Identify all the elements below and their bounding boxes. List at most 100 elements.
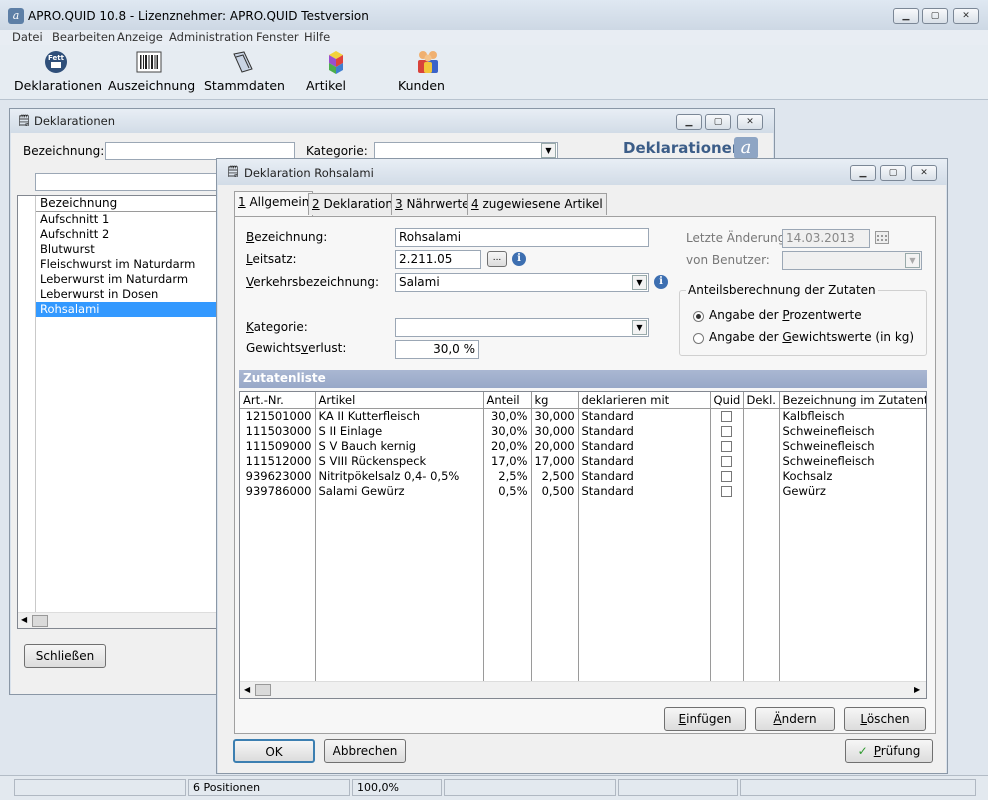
dialog-close-button[interactable]: ✕ (911, 165, 937, 181)
table-row[interactable]: 111509000 S V Bauch kernig 20,0% 20,000 Stan… (240, 438, 926, 453)
quid-checkbox[interactable] (721, 455, 732, 467)
dialog-minimize-button[interactable]: ▁ (850, 165, 876, 181)
menu-hilfe[interactable]: Hilfe (304, 30, 330, 44)
loeschen-button[interactable]: Löschen (844, 707, 926, 731)
einfuegen-button[interactable]: Einfügen (664, 707, 746, 731)
tab-naehrwerte[interactable]: 3 Nährwerte (391, 193, 474, 215)
verkehrsbezeichnung-select[interactable]: Salami ▼ (395, 273, 649, 292)
cell-kg[interactable]: 17,000 (531, 453, 579, 468)
table-row[interactable]: 939786000 Salami Gewürz 0,5% 0,500 Standard G… (240, 483, 926, 498)
scroll-left-icon[interactable]: ◀ (21, 615, 27, 624)
cell-art-nr[interactable]: 939623000 (240, 468, 316, 483)
schliessen-button[interactable]: Schließen (24, 644, 106, 668)
scroll-thumb[interactable] (255, 684, 271, 696)
col-artikel[interactable]: Artikel (315, 392, 484, 409)
cell-bezeichnung[interactable]: Kochsalz (779, 468, 926, 483)
list-maximize-button[interactable]: ▢ (705, 114, 731, 130)
cell-art-nr[interactable]: 111503000 (240, 423, 316, 438)
col-quid[interactable]: Quid (710, 392, 744, 409)
table-row[interactable]: 121501000 KA II Kutterfleisch 30,0% 30,000 S… (240, 408, 926, 423)
cell-art-nr[interactable]: 121501000 (240, 408, 316, 423)
aendern-button[interactable]: Ändern (755, 707, 835, 731)
dialog-maximize-button[interactable]: ▢ (880, 165, 906, 181)
cell-bezeichnung[interactable]: Gewürz (779, 483, 926, 498)
cell-anteil[interactable]: 2,5% (483, 468, 532, 483)
cell-artikel[interactable]: KA II Kutterfleisch (315, 408, 484, 423)
ok-button[interactable]: OK (233, 739, 315, 763)
cell-artikel[interactable]: S V Bauch kernig (315, 438, 484, 453)
list-item[interactable]: Fleischwurst im Naturdarm (36, 257, 218, 272)
menu-fenster[interactable]: Fenster (256, 30, 299, 44)
chevron-down-icon[interactable]: ▼ (632, 320, 647, 335)
cell-deklarieren-mit[interactable]: Standard (578, 408, 711, 423)
col-art-nr[interactable]: Art.-Nr. (240, 392, 316, 409)
table-row[interactable]: 111512000 S VIII Rückenspeck 17,0% 17,000 St… (240, 453, 926, 468)
cell-anteil[interactable]: 17,0% (483, 453, 532, 468)
list-item[interactable]: Rohsalami (36, 302, 218, 317)
cell-bezeichnung[interactable]: Schweinefleisch (779, 438, 926, 453)
cell-kg[interactable]: 20,000 (531, 438, 579, 453)
maximize-button[interactable]: ▢ (922, 8, 948, 24)
cell-anteil[interactable]: 0,5% (483, 483, 532, 498)
quid-checkbox[interactable] (721, 470, 732, 482)
table-row[interactable]: 111503000 S II Einlage 30,0% 30,000 Standard… (240, 423, 926, 438)
gewichtsverlust-input[interactable]: 30,0 % (395, 340, 479, 359)
toolbar-stammdaten-button[interactable]: Stammdaten (204, 49, 285, 93)
cell-dekl[interactable] (743, 468, 780, 483)
cell-deklarieren-mit[interactable]: Standard (578, 483, 711, 498)
pruefung-button[interactable]: ✓ Prüfung (845, 739, 933, 763)
cell-artikel[interactable]: Salami Gewürz (315, 483, 484, 498)
leitsatz-input[interactable]: 2.211.05 (395, 250, 481, 269)
toolbar-artikel-button[interactable]: Artikel (306, 49, 366, 93)
quid-checkbox[interactable] (721, 425, 732, 437)
cell-deklarieren-mit[interactable]: Standard (578, 453, 711, 468)
cell-artikel[interactable]: S II Einlage (315, 423, 484, 438)
quid-checkbox[interactable] (721, 440, 732, 452)
cell-quid[interactable] (710, 483, 744, 498)
abbrechen-button[interactable]: Abbrechen (324, 739, 406, 763)
close-button[interactable]: ✕ (953, 8, 979, 24)
cell-bezeichnung[interactable]: Kalbfleisch (779, 408, 926, 423)
quid-checkbox[interactable] (721, 410, 732, 422)
table-row[interactable]: 939623000 Nitritpökelsalz 0,4- 0,5% 2,5% 2,… (240, 468, 926, 483)
menu-bearbeiten[interactable]: Bearbeiten (52, 30, 115, 44)
col-anteil[interactable]: Anteil (483, 392, 532, 409)
calendar-icon[interactable] (875, 231, 889, 244)
toolbar-deklarationen-button[interactable]: Fett Deklarationen (14, 49, 102, 93)
cell-anteil[interactable]: 20,0% (483, 438, 532, 453)
cell-deklarieren-mit[interactable]: Standard (578, 438, 711, 453)
list-quick-search-input[interactable] (35, 173, 225, 191)
cell-kg[interactable]: 0,500 (531, 483, 579, 498)
cell-dekl[interactable] (743, 438, 780, 453)
grid-horizontal-scrollbar[interactable]: ◀ ▶ (240, 681, 926, 698)
cell-artikel[interactable]: Nitritpökelsalz 0,4- 0,5% (315, 468, 484, 483)
cell-quid[interactable] (710, 423, 744, 438)
scroll-left-icon[interactable]: ◀ (244, 685, 250, 694)
cell-anteil[interactable]: 30,0% (483, 423, 532, 438)
cell-quid[interactable] (710, 453, 744, 468)
cell-art-nr[interactable]: 111512000 (240, 453, 316, 468)
list-item[interactable]: Aufschnitt 2 (36, 227, 218, 242)
cell-dekl[interactable] (743, 423, 780, 438)
cell-deklarieren-mit[interactable]: Standard (578, 423, 711, 438)
leitsatz-browse-button[interactable]: ... (487, 251, 507, 267)
column-header-bezeichnung[interactable]: Bezeichnung (36, 196, 216, 212)
cell-dekl[interactable] (743, 483, 780, 498)
cell-art-nr[interactable]: 111509000 (240, 438, 316, 453)
kategorie-select[interactable]: ▼ (395, 318, 649, 337)
bezeichnung-input[interactable]: Rohsalami (395, 228, 649, 247)
info-icon[interactable]: i (654, 275, 668, 289)
info-icon[interactable]: i (512, 252, 526, 266)
cell-quid[interactable] (710, 468, 744, 483)
quid-checkbox[interactable] (721, 485, 732, 497)
chevron-down-icon[interactable]: ▼ (632, 275, 647, 290)
cell-artikel[interactable]: S VIII Rückenspeck (315, 453, 484, 468)
menu-datei[interactable]: Datei (12, 30, 43, 44)
list-minimize-button[interactable]: ▁ (676, 114, 702, 130)
gewichtswerte-label[interactable]: Angabe der Gewichtswerte (in kg) (709, 330, 914, 344)
toolbar-kunden-button[interactable]: Kunden (398, 49, 458, 93)
list-item[interactable]: Blutwurst (36, 242, 218, 257)
cell-deklarieren-mit[interactable]: Standard (578, 468, 711, 483)
col-dekl[interactable]: Dekl. (743, 392, 780, 409)
cell-dekl[interactable] (743, 408, 780, 423)
